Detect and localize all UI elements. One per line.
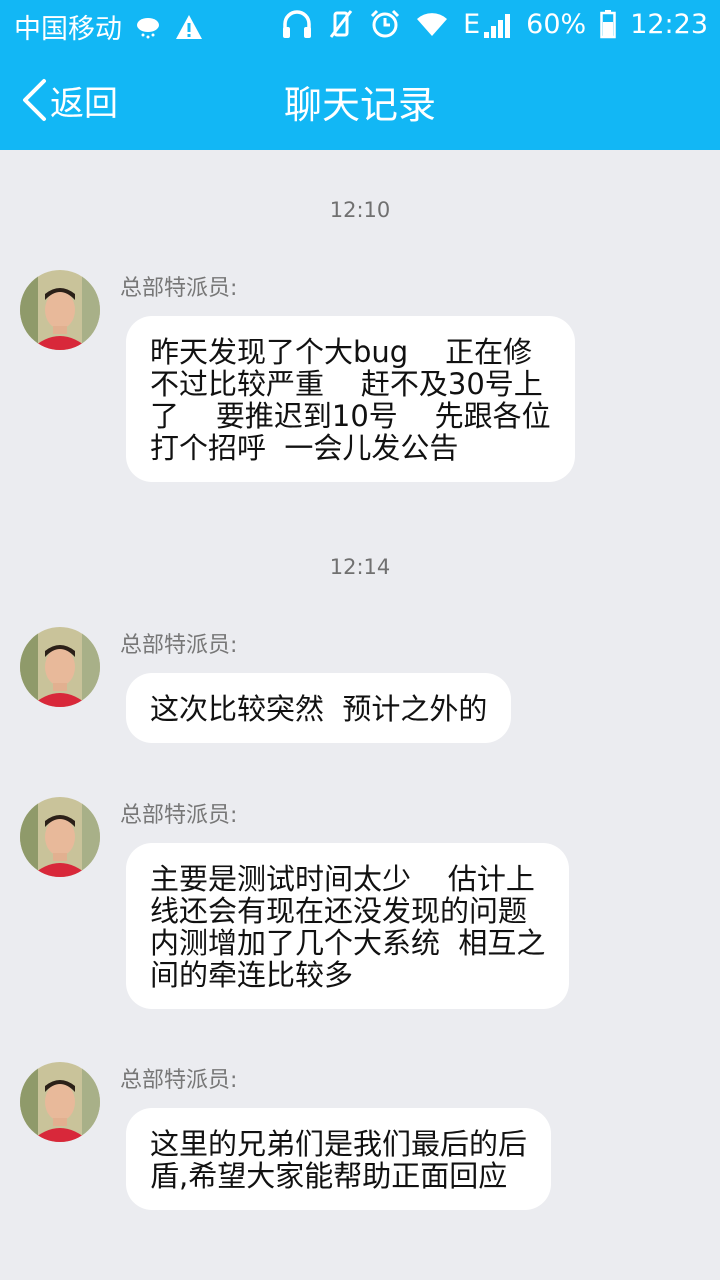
message-bubble[interactable]: 这里的兄弟们是我们最后的后 盾,希望大家能帮助正面回应 xyxy=(126,1108,552,1210)
signal-icon xyxy=(484,13,511,38)
signal-indicator: E xyxy=(463,9,512,40)
battery-icon xyxy=(600,7,616,41)
avatar[interactable] xyxy=(20,1062,100,1142)
chat-history[interactable]: 12:10 总部特派员: 昨天发现了个大bug 正在修 不过比较严重 赶不及30… xyxy=(0,150,720,1280)
alarm-icon xyxy=(369,7,401,41)
network-type-label: E xyxy=(463,8,481,40)
message-bubble[interactable]: 主要是测试时间太少 估计上 线还会有现在还没发现的问题 内测增加了几个大系统 相… xyxy=(126,843,570,1009)
timestamp: 12:10 xyxy=(329,198,391,222)
headphones-icon xyxy=(281,7,313,41)
message-text: 主要是测试时间太少 估计上 线还会有现在还没发现的问题 内测增加了几个大系统 相… xyxy=(150,862,546,992)
sender-name: 总部特派员: xyxy=(120,633,238,658)
battery-percent-label: 60% xyxy=(526,8,587,40)
page-title: 聊天记录 xyxy=(283,83,436,127)
vibrate-off-icon xyxy=(327,7,355,41)
timestamp: 12:14 xyxy=(329,555,391,579)
sender-name: 总部特派员: xyxy=(120,1068,238,1093)
message-text: 这里的兄弟们是我们最后的后 盾,希望大家能帮助正面回应 xyxy=(150,1127,528,1193)
app-header: 中国移动 E 60% 12:23 返回 聊天记录 xyxy=(0,0,720,150)
sender-name: 总部特派员: xyxy=(120,276,238,301)
warning-icon xyxy=(174,10,204,44)
wifi-icon xyxy=(415,7,449,41)
avatar[interactable] xyxy=(20,797,100,877)
avatar[interactable] xyxy=(20,270,100,350)
carrier-label: 中国移动 xyxy=(14,14,122,45)
weather-rain-icon xyxy=(134,10,162,44)
status-bar: 中国移动 E 60% 12:23 xyxy=(0,0,720,48)
message-text: 昨天发现了个大bug 正在修 不过比较严重 赶不及30号上 了 要推迟到10号 … xyxy=(150,335,551,465)
clock-label: 12:23 xyxy=(630,8,708,40)
message-bubble[interactable]: 昨天发现了个大bug 正在修 不过比较严重 赶不及30号上 了 要推迟到10号 … xyxy=(126,316,575,482)
message-text: 这次比较突然 预计之外的 xyxy=(150,692,488,726)
message-bubble[interactable]: 这次比较突然 预计之外的 xyxy=(126,673,512,743)
sender-name: 总部特派员: xyxy=(120,803,238,828)
nav-bar: 返回 聊天记录 xyxy=(0,48,720,150)
avatar[interactable] xyxy=(20,627,100,707)
